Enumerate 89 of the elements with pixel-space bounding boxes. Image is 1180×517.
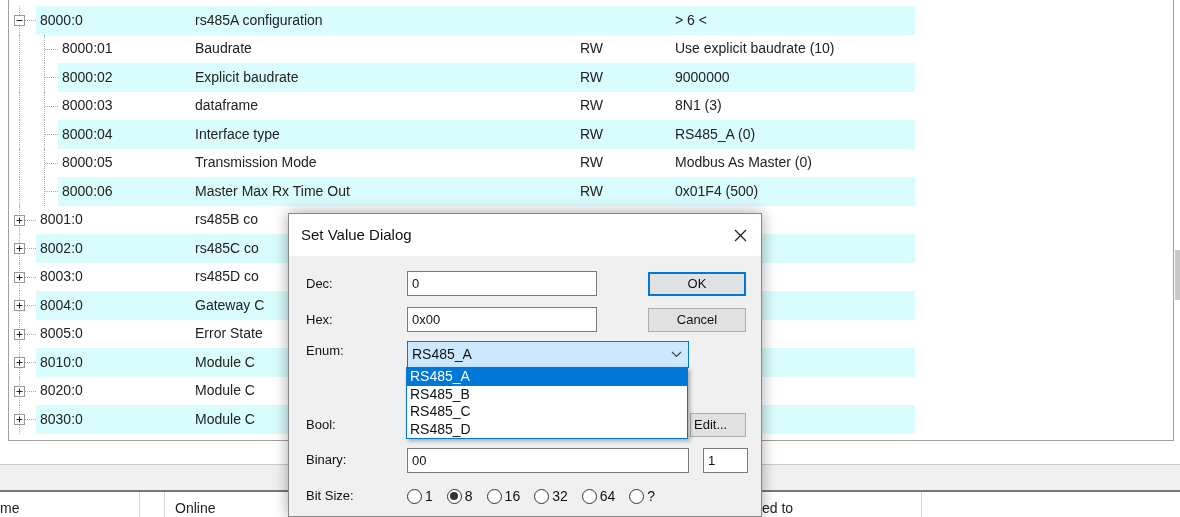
name-cell-text: Interface type	[194, 125, 280, 142]
expand-icon[interactable]	[14, 328, 25, 340]
expand-icon[interactable]	[14, 243, 25, 254]
cancel-button[interactable]: Cancel	[648, 307, 746, 332]
name-cell-text: Baudrate	[194, 40, 252, 57]
radio-button[interactable]	[534, 488, 550, 504]
flags-cell-text: RW	[579, 182, 604, 199]
name-cell-text: rs485C co	[194, 239, 259, 256]
scrollbar-thumb[interactable]	[1175, 250, 1180, 300]
expand-icon[interactable]	[14, 385, 25, 397]
name-cell-text: rs485B co	[194, 211, 259, 228]
field-label: Bit Size:	[306, 487, 355, 506]
expand-icon[interactable]	[14, 414, 25, 425]
column-header[interactable]: ed to	[762, 500, 794, 516]
name-cell-text: Module C	[194, 410, 255, 427]
index-cell-text: 8003:0	[39, 267, 83, 287]
index-cell-text: 8000:06	[61, 181, 113, 201]
name-cell-text: Transmission Mode	[194, 154, 317, 171]
radio-label: 1	[425, 486, 433, 506]
flags-cell-text: RW	[579, 154, 604, 171]
flags-cell-text: RW	[579, 40, 604, 57]
value-cell-text: 8N1 (3)	[674, 96, 722, 116]
bit-count-field[interactable]: 1	[703, 447, 748, 473]
name-cell-text: Explicit baudrate	[194, 68, 299, 85]
dropdown-option[interactable]: RS485_B	[407, 385, 687, 403]
value-cell-text: 0x01F4 (500)	[674, 181, 759, 201]
flags-cell-text: RW	[579, 68, 604, 85]
index-cell-text: 8030:0	[39, 409, 83, 429]
expand-icon[interactable]	[14, 300, 25, 311]
radio-button[interactable]	[446, 488, 462, 504]
name-cell-text: rs485A configuration	[194, 11, 323, 28]
index-cell-text: 8000:01	[61, 39, 113, 59]
expand-icon[interactable]	[14, 271, 25, 283]
radio-label: 8	[464, 486, 473, 506]
flags-cell-text: RW	[579, 125, 604, 142]
index-cell-text: 8002:0	[39, 238, 83, 258]
value-cell-text: 9000000	[674, 67, 730, 87]
index-cell-text: 8000:03	[61, 96, 113, 116]
value-cell-text: Modbus As Master (0)	[674, 153, 812, 173]
value-cell-text: RS485_A (0)	[674, 124, 756, 144]
name-cell-text: Module C	[194, 382, 255, 399]
expand-icon[interactable]	[14, 357, 25, 368]
index-cell-text: 8020:0	[39, 381, 83, 401]
name-cell-text: Error State	[194, 325, 263, 342]
field-label: Enum:	[306, 342, 345, 360]
index-cell-text: 8004:0	[39, 295, 83, 315]
flags-cell-text: RW	[579, 97, 604, 114]
radio-label: 64	[599, 486, 616, 506]
hex-field[interactable]: 0x00	[407, 307, 597, 332]
index-cell-text: 8001:0	[39, 210, 83, 230]
ok-button[interactable]: OK	[648, 271, 746, 296]
field-label: Bool:	[306, 416, 337, 435]
dropdown-option[interactable]: RS485_C	[407, 403, 687, 421]
name-cell-text: Module C	[194, 353, 255, 370]
close-icon[interactable]	[734, 228, 747, 242]
name-cell-text: Gateway C	[194, 296, 265, 313]
value-cell-text: > 6 <	[674, 10, 707, 30]
expand-icon[interactable]	[14, 214, 25, 226]
field-label: Dec:	[306, 274, 334, 293]
index-cell-text: 8000:04	[61, 124, 113, 144]
field-label: Hex:	[306, 310, 334, 329]
index-cell-text: 8000:05	[61, 153, 113, 173]
index-cell-text: 8000:02	[61, 67, 113, 87]
dec-field[interactable]: 0	[407, 271, 597, 296]
radio-button[interactable]	[486, 488, 502, 504]
name-cell-text: Master Max Rx Time Out	[194, 182, 350, 199]
caret-icon	[671, 351, 682, 358]
dropdown-option[interactable]: RS485_A	[407, 368, 687, 386]
edit-button[interactable]: Edit...	[690, 413, 746, 437]
radio-button[interactable]	[407, 488, 422, 504]
index-cell-text: 8005:0	[39, 324, 83, 344]
column-header[interactable]: Online	[175, 500, 216, 516]
field-label: Binary:	[306, 451, 348, 470]
value-cell-text: Use explicit baudrate (10)	[674, 39, 835, 59]
binary-field[interactable]: 00	[407, 447, 689, 473]
collapse-icon[interactable]	[14, 15, 25, 26]
dialog-title: Set Value Dialog	[301, 224, 412, 245]
radio-button[interactable]	[629, 488, 645, 504]
enum-dropdown[interactable]: RS485_A	[407, 341, 689, 368]
radio-button[interactable]	[581, 488, 597, 504]
name-cell-text: dataframe	[194, 97, 259, 114]
index-cell-text: 8000:0	[39, 10, 83, 30]
radio-label: ?	[647, 486, 656, 506]
dropdown-option[interactable]: RS485_D	[407, 420, 687, 438]
name-cell-text: rs485D co	[194, 268, 259, 285]
column-header[interactable]: me	[0, 500, 20, 516]
radio-label: 16	[504, 486, 521, 506]
radio-label: 32	[552, 486, 568, 506]
index-cell-text: 8010:0	[39, 352, 83, 372]
